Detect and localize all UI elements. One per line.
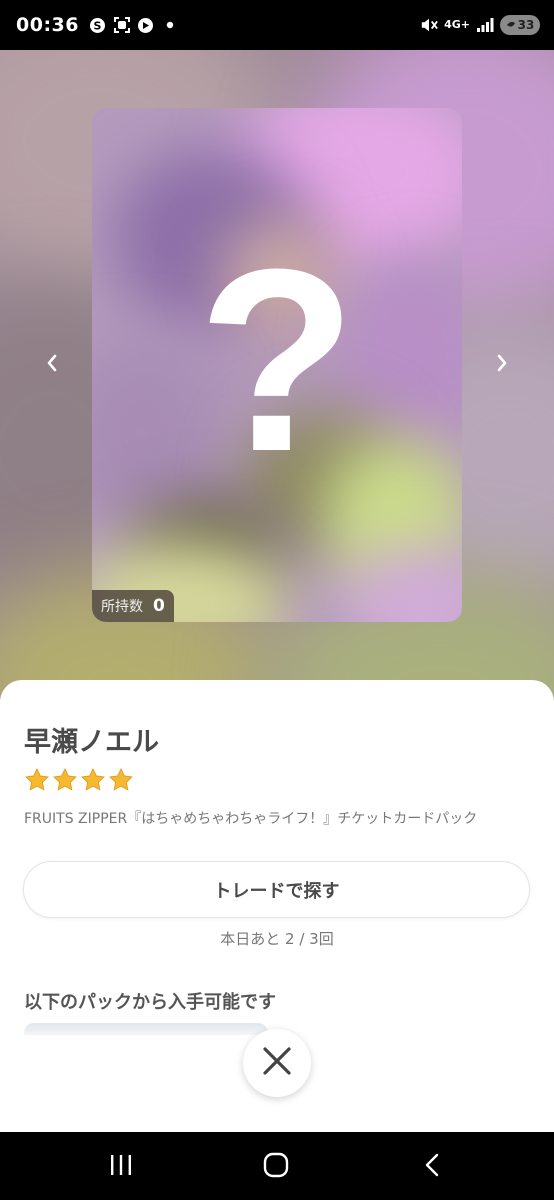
- screen-record-icon: [113, 16, 131, 34]
- owned-count-badge: 所持数 0: [92, 590, 174, 622]
- network-label: 4G+: [444, 18, 470, 31]
- mute-icon: [420, 16, 438, 34]
- app-icon: [137, 16, 155, 34]
- chevron-right-icon: [495, 353, 509, 377]
- back-icon: [424, 1153, 440, 1181]
- character-name: 早瀬ノエル: [24, 727, 159, 758]
- trade-search-button[interactable]: トレードで探す: [23, 861, 530, 918]
- next-card-button[interactable]: [487, 350, 517, 380]
- owned-label: 所持数: [101, 599, 143, 615]
- chevron-left-icon: [45, 353, 59, 377]
- close-icon: [262, 1046, 292, 1080]
- svg-text:S: S: [94, 19, 102, 32]
- skype-icon: S: [89, 16, 107, 34]
- recent-apps-icon: [109, 1154, 133, 1180]
- star-icon: [53, 767, 77, 791]
- status-left-icons: S: [89, 16, 179, 34]
- star-icon: [25, 767, 49, 791]
- battery-level: 33: [517, 18, 535, 32]
- home-button[interactable]: [261, 1152, 291, 1182]
- dot-icon: [161, 16, 179, 34]
- card-image[interactable]: ? 所持数 0: [92, 108, 462, 622]
- star-icon: [81, 767, 105, 791]
- back-button[interactable]: [417, 1152, 447, 1182]
- trade-remaining-count: 本日あと 2 / 3回: [220, 930, 334, 948]
- signal-icon: [476, 16, 494, 34]
- pack-thumbnail[interactable]: [24, 1023, 268, 1035]
- owned-count: 0: [153, 596, 165, 616]
- question-mark: ?: [197, 216, 357, 506]
- home-icon: [263, 1152, 289, 1182]
- battery-icon: 33: [500, 15, 540, 35]
- star-icon: [109, 767, 133, 791]
- card-detail-sheet: 早瀬ノエル FRUITS ZIPPER『はちゃめちゃわちゃライフ！』チケットカー…: [0, 680, 554, 1132]
- status-right-icons: 4G+ 33: [420, 15, 540, 35]
- close-button[interactable]: [243, 1029, 311, 1097]
- unknown-card-symbol: ?: [92, 108, 462, 622]
- status-time: 00:36: [16, 14, 79, 36]
- status-bar: 00:36 S 4G+ 33: [0, 0, 554, 50]
- star-rating: [24, 767, 134, 793]
- system-navigation-bar: [0, 1132, 554, 1200]
- prev-card-button[interactable]: [37, 350, 67, 380]
- available-packs-heading: 以下のパックから入手可能です: [24, 992, 276, 1013]
- recent-apps-button[interactable]: [106, 1152, 136, 1182]
- pack-title: FRUITS ZIPPER『はちゃめちゃわちゃライフ！』チケットカードパック: [24, 811, 478, 827]
